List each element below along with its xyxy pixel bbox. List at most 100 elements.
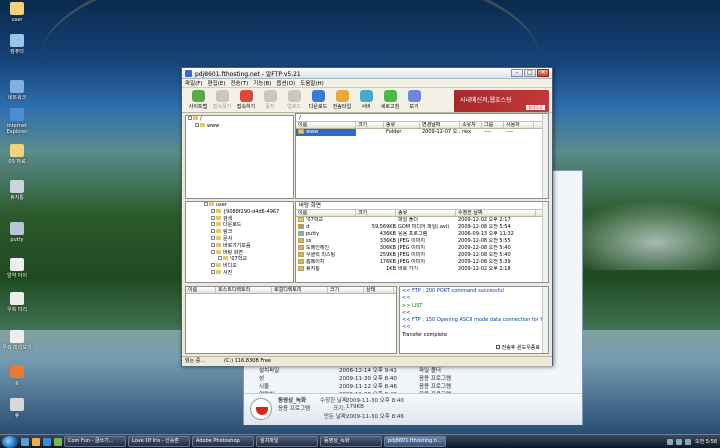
column-header[interactable]: 로컬디렉토리	[272, 287, 328, 293]
table-row[interactable]: ss 336KB JPEG 이미지 2009-12-08 오전 5:55	[296, 238, 548, 245]
toolbar-button[interactable]: 보기	[402, 90, 426, 110]
toolbar-button[interactable]: 중지	[258, 90, 282, 110]
desktop-icon[interactable]: 09 자료	[2, 144, 32, 165]
desktop-icon[interactable]: 휴	[2, 398, 32, 419]
expand-toggle[interactable]	[211, 242, 215, 247]
close-button[interactable]: ×	[537, 69, 549, 77]
list-item[interactable]: 시뮬 2009-11-12 오후 8:46 응용 프로그램	[259, 383, 579, 391]
menu-item[interactable]: 편집(E)	[208, 79, 226, 87]
expand-toggle[interactable]	[211, 222, 215, 227]
desktop-icon[interactable]: putty	[2, 222, 32, 243]
column-header[interactable]: 그룹	[482, 122, 504, 128]
ftp-title-bar[interactable]: pdj8601.fthosting.net - 알FTP v5.21 – □ ×	[182, 68, 552, 79]
toolbar-button[interactable]: 서버	[354, 90, 378, 110]
column-header[interactable]: 사용자	[504, 122, 534, 128]
toolbar-button[interactable]: 접속끊기	[210, 90, 234, 110]
ftp-client-window[interactable]: pdj8601.fthosting.net - 알FTP v5.21 – □ ×…	[181, 67, 553, 366]
menu-item[interactable]: 전송(T)	[230, 79, 248, 87]
quicklaunch-desktop-icon[interactable]	[21, 437, 29, 446]
toolbar-button[interactable]: 사이트맵	[186, 90, 210, 110]
column-header[interactable]: 이름	[296, 210, 356, 216]
desktop-icon[interactable]: 우측 미리	[2, 292, 32, 313]
column-header[interactable]: 소유자	[460, 122, 482, 128]
desktop-icon[interactable]: 네트워크	[2, 80, 32, 101]
column-header[interactable]: 수정한 날짜	[456, 210, 536, 216]
shutdown-checkbox[interactable]	[496, 344, 501, 349]
transfer-queue[interactable]: 이름 호스트디렉토리 로컬디렉토리 크기 상태	[185, 286, 397, 354]
expand-toggle[interactable]	[211, 235, 215, 240]
expand-toggle[interactable]	[188, 116, 192, 120]
column-header[interactable]: 크기	[356, 210, 396, 216]
table-row[interactable]: 휴지통 1KB 바로 가기 2009-12-02 오후 2:18	[296, 266, 548, 273]
clock[interactable]: 오전 5:58	[695, 438, 717, 445]
expand-toggle[interactable]	[211, 229, 215, 234]
local-folder-tree[interactable]: user {9088f290-d4d6-4967 검색 다운로드 링크 문서 바로가기모음 바…	[185, 201, 294, 283]
desktop-icon[interactable]: 우측 미리보기	[2, 330, 32, 351]
local-scrollbar[interactable]	[542, 202, 548, 282]
local-tree-item[interactable]: user	[186, 202, 293, 209]
table-row[interactable]: d 59,569KB GOM 미디어 파일(.avi) 2009-12-08 오전 5…	[296, 224, 548, 231]
connection-log[interactable]: << FTP : 200 PORT command successful << >>…	[399, 286, 549, 354]
maximize-button[interactable]: □	[524, 69, 536, 77]
column-header[interactable]: 이름	[296, 122, 356, 128]
remote-tree-item-www[interactable]: www	[186, 122, 293, 130]
taskbar-window-button[interactable]: Adobe Photoshop	[192, 436, 254, 447]
expand-toggle[interactable]	[211, 208, 215, 213]
table-row[interactable]: 우클릭 리스팅 259KB JPEG 이미지 2009-12-08 오전 5:40	[296, 252, 548, 259]
taskbar-window-button[interactable]: 설치파일	[256, 436, 318, 447]
local-path-bar[interactable]: 바탕 화면	[296, 202, 548, 210]
quicklaunch-media-icon[interactable]	[54, 437, 62, 446]
table-row[interactable]: 홈페이지 176KB JPEG 이미지 2009-12-08 오전 5:39	[296, 259, 548, 266]
column-header[interactable]: 종류	[396, 210, 456, 216]
remote-folder-tree[interactable]: / www	[185, 115, 294, 199]
local-tree-item[interactable]: '07학교	[186, 256, 293, 263]
taskbar-window-button[interactable]: pdj8601.fthosting.n...	[384, 436, 446, 447]
desktop-icon[interactable]: 알약 아이	[2, 258, 32, 279]
column-header[interactable]: 종류	[384, 122, 420, 128]
quicklaunch-folder-icon[interactable]	[32, 437, 40, 446]
local-tree-item[interactable]: 링크	[186, 229, 293, 236]
toolbar-button[interactable]: 업로드	[282, 90, 306, 110]
expand-toggle[interactable]	[211, 269, 215, 274]
taskbar-window-button[interactable]: Com Fun - 글쓰기...	[64, 436, 126, 447]
local-file-list[interactable]: 바탕 화면 이름 크기 종류 수정한 날짜 '07학교 파일 폴더 2009-12-02 …	[295, 201, 549, 283]
local-tree-item[interactable]: 사진	[186, 269, 293, 277]
expand-toggle[interactable]	[195, 122, 199, 127]
local-tree-item[interactable]: 바로가기모음	[186, 242, 293, 250]
column-header[interactable]: 변경날짜	[420, 122, 460, 128]
column-header[interactable]: 이름	[186, 287, 216, 293]
menu-item[interactable]: 기능(B)	[253, 79, 271, 87]
column-header[interactable]: 크기	[356, 122, 384, 128]
toolbar-button[interactable]: 전송타입	[330, 90, 354, 110]
menu-item[interactable]: 도움말(H)	[300, 79, 324, 87]
desktop-icon[interactable]: 컴퓨터	[2, 34, 32, 55]
remote-file-list[interactable]: / 이름 크기 종류 변경날짜 소유자 그룹 사용자 www Folder 2009-12-07…	[295, 113, 549, 199]
toolbar-button[interactable]: 새로고침	[378, 90, 402, 110]
column-header[interactable]: 호스트디렉토리	[216, 287, 272, 293]
taskbar-window-button[interactable]: 동영상_녹화	[320, 436, 382, 447]
minimize-button[interactable]: –	[511, 69, 523, 77]
tray-volume-icon[interactable]	[675, 438, 682, 445]
tray-network-icon[interactable]	[666, 438, 673, 445]
toolbar-button[interactable]: 접속하기	[234, 90, 258, 110]
list-item[interactable]: 성 2009-11-30 오후 8:40 응용 프로그램	[259, 375, 579, 383]
table-row[interactable]: 도메인체인 306KB JPEG 이미지 2009-12-08 오전 5:40	[296, 245, 548, 252]
table-row[interactable]: www Folder 2009-12-07 오... rwx ---- ----	[296, 129, 548, 136]
desktop-icon[interactable]: g	[2, 365, 32, 386]
list-item[interactable]: 설치파일 2008-12-14 오후 9:41 파일 폴더	[259, 367, 579, 375]
expand-toggle[interactable]	[211, 249, 215, 254]
quicklaunch-ie-icon[interactable]	[43, 437, 51, 446]
table-row[interactable]: putty 436KB 응용 프로그램 2006-09-13 오후 11:32	[296, 231, 548, 238]
desktop-icon[interactable]: 휴지통	[2, 180, 32, 201]
local-tree-item[interactable]: 문서	[186, 235, 293, 243]
local-tree-item[interactable]: 다운로드	[186, 222, 293, 229]
log-option[interactable]: 전송후 윈도우종료	[496, 344, 540, 352]
table-row[interactable]: '07학교 파일 폴더 2009-12-02 오후 2:17	[296, 217, 548, 224]
expand-toggle[interactable]	[204, 202, 208, 206]
start-button[interactable]	[2, 435, 18, 448]
menu-item[interactable]: 파일(F)	[185, 79, 203, 87]
column-header[interactable]: 크기	[328, 287, 364, 293]
local-tree-item[interactable]: 비디오	[186, 263, 293, 270]
hosting-ad-banner[interactable]: 사내메신저,웹호스팅 평생무료	[454, 90, 549, 112]
remote-tree-root[interactable]: /	[186, 116, 293, 123]
